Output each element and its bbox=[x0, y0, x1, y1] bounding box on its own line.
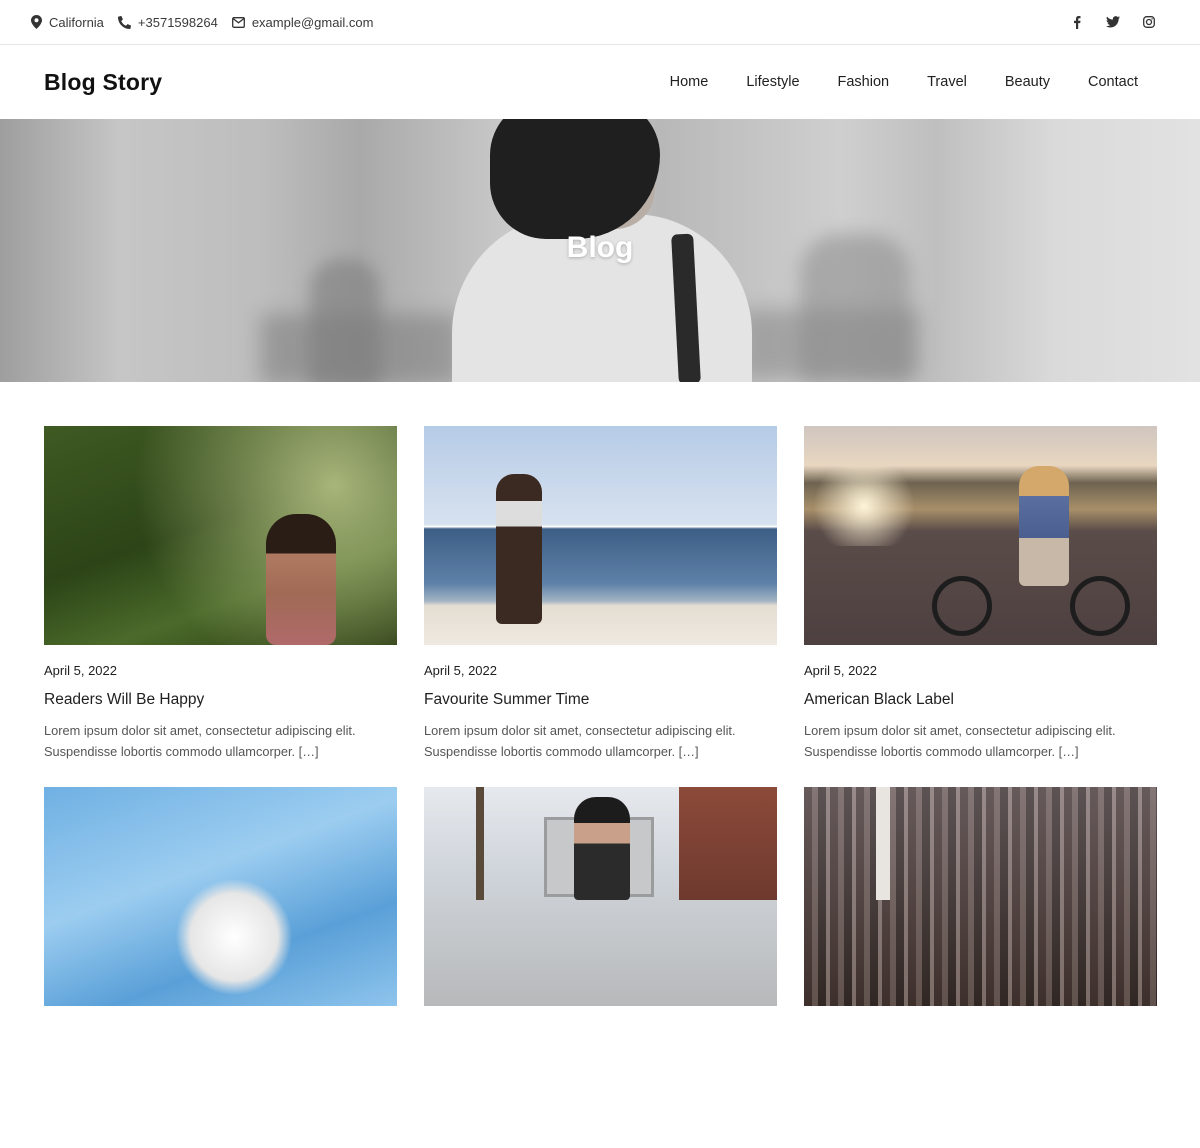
thumbnail-wall bbox=[679, 787, 777, 900]
post-thumbnail[interactable] bbox=[44, 426, 397, 645]
nav-fashion[interactable]: Fashion bbox=[838, 74, 890, 90]
nav-lifestyle[interactable]: Lifestyle bbox=[746, 74, 799, 90]
thumbnail-wheel bbox=[1070, 576, 1130, 636]
thumbnail-pole bbox=[476, 787, 484, 900]
hero-blurred-person bbox=[310, 259, 380, 382]
post-thumbnail[interactable] bbox=[44, 787, 397, 1006]
phone-text[interactable]: +3571598264 bbox=[138, 15, 218, 30]
email-text[interactable]: example@gmail.com bbox=[252, 15, 374, 30]
email-item[interactable]: example@gmail.com bbox=[231, 15, 374, 30]
facebook-icon[interactable] bbox=[1070, 15, 1084, 29]
envelope-icon bbox=[231, 16, 245, 28]
posts-grid: April 5, 2022 Readers Will Be Happy Lore… bbox=[44, 426, 1157, 1148]
nav-beauty[interactable]: Beauty bbox=[1005, 74, 1050, 90]
location-text: California bbox=[49, 14, 104, 30]
post-excerpt: Lorem ipsum dolor sit amet, consectetur … bbox=[424, 723, 736, 759]
post-card: April 5, 2022 Favourite Summer Time Lore… bbox=[424, 426, 777, 787]
post-thumbnail[interactable] bbox=[424, 426, 777, 645]
social-links bbox=[1070, 15, 1156, 29]
nav-home[interactable]: Home bbox=[670, 74, 709, 90]
post-excerpt: Lorem ipsum dolor sit amet, consectetur … bbox=[804, 723, 1116, 759]
hero-banner: Blog bbox=[0, 119, 1200, 382]
top-bar: California +3571598264 example@gmail.com bbox=[0, 0, 1200, 45]
main-nav: Home Lifestyle Fashion Travel Beauty Con… bbox=[632, 74, 1138, 90]
post-title[interactable]: American Black Label bbox=[804, 691, 1157, 709]
post-date[interactable]: April 5, 2022 bbox=[804, 663, 1157, 678]
thumbnail-sun bbox=[804, 466, 924, 546]
post-card: April 5, 2022 American Black Label Lorem… bbox=[804, 426, 1157, 787]
post-thumbnail[interactable] bbox=[804, 426, 1157, 645]
location-item: California bbox=[31, 15, 104, 30]
post-title[interactable]: Readers Will Be Happy bbox=[44, 691, 397, 709]
nav-contact[interactable]: Contact bbox=[1088, 74, 1138, 90]
contact-info: California +3571598264 example@gmail.com bbox=[31, 15, 373, 30]
thumbnail-wheel bbox=[932, 576, 992, 636]
post-thumbnail[interactable] bbox=[424, 787, 777, 1006]
thumbnail-figure bbox=[1019, 466, 1069, 586]
map-pin-icon bbox=[31, 15, 42, 29]
post-date[interactable]: April 5, 2022 bbox=[424, 663, 777, 678]
thumbnail-figure bbox=[496, 474, 542, 624]
phone-item[interactable]: +3571598264 bbox=[117, 15, 218, 30]
post-title[interactable]: Favourite Summer Time bbox=[424, 691, 777, 709]
post-card bbox=[424, 787, 777, 1148]
post-card bbox=[804, 787, 1157, 1148]
thumbnail-tree bbox=[876, 787, 890, 900]
twitter-icon[interactable] bbox=[1106, 15, 1120, 29]
instagram-icon[interactable] bbox=[1142, 15, 1156, 29]
site-header: Blog Story Home Lifestyle Fashion Travel… bbox=[0, 45, 1200, 119]
page-title: Blog bbox=[566, 231, 634, 264]
thumbnail-figure bbox=[574, 797, 630, 900]
thumbnail-haze bbox=[804, 787, 1157, 1006]
site-logo[interactable]: Blog Story bbox=[44, 69, 162, 96]
nav-travel[interactable]: Travel bbox=[927, 74, 967, 90]
post-thumbnail[interactable] bbox=[804, 787, 1157, 1006]
phone-icon bbox=[117, 15, 131, 29]
thumbnail-figure bbox=[266, 514, 336, 645]
post-date[interactable]: April 5, 2022 bbox=[44, 663, 397, 678]
post-card bbox=[44, 787, 397, 1148]
post-excerpt: Lorem ipsum dolor sit amet, consectetur … bbox=[44, 723, 356, 759]
post-card: April 5, 2022 Readers Will Be Happy Lore… bbox=[44, 426, 397, 787]
